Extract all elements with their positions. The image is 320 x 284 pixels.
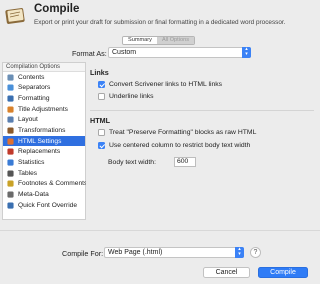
dialog-header: Compile Export or print your draft for s… [0,0,320,33]
mode-tabs: Summary All Options [122,36,195,45]
html-settings-icon [7,138,14,145]
underline-links-label: Underline links [109,93,154,100]
sidebar-header: Compilation Options [3,63,85,72]
layout-icon [7,116,14,123]
quick-font-icon [7,201,14,209]
compile-for-select[interactable]: Web Page (.html) ▴ ▾ [104,246,244,258]
dialog-title: Compile [34,3,80,15]
sidebar-item-label: Contents [18,73,45,81]
sidebar-item-label: Separators [18,84,51,92]
footer-divider [0,230,320,231]
help-button[interactable]: ? [250,247,261,258]
sidebar-item-transformations[interactable]: Transformations [3,125,85,136]
sidebar-item-layout[interactable]: Layout [3,115,85,126]
scrivener-app-icon [5,8,25,24]
sidebar-item-meta-data[interactable]: Meta-Data [3,189,85,200]
chevron-updown-icon: ▴ ▾ [235,246,244,258]
body-width-input[interactable]: 600 [174,157,196,167]
html-section-title: HTML [90,116,110,125]
convert-links-label: Convert Scrivener links to HTML links [109,81,223,88]
links-section-title: Links [90,68,109,77]
compile-button[interactable]: Compile [258,267,308,278]
sidebar-item-replacements[interactable]: Replacements [3,146,85,157]
sidebar-item-formatting[interactable]: Formatting [3,93,85,104]
sidebar-list: Contents Separators Formatting Title Adjust… [3,72,88,211]
sidebar-item-statistics[interactable]: Statistics [3,157,85,168]
cancel-button[interactable]: Cancel [203,267,250,278]
underline-links-checkbox[interactable] [98,93,105,100]
sidebar-item-label: Layout [18,116,38,124]
tab-summary[interactable]: Summary [123,37,157,44]
separators-icon [7,84,14,92]
sidebar-item-label: Title Adjustments [18,105,68,113]
sidebar-item-label: Quick Font Override [18,201,77,209]
sidebar-item-separators[interactable]: Separators [3,83,85,94]
format-as-value: Custom [112,49,137,56]
title-adjustments-icon [7,106,14,113]
format-as-label: Format As: [72,49,107,58]
raw-html-label: Treat "Preserve Formatting" blocks as ra… [109,129,257,136]
sidebar-item-quick-font[interactable]: Quick Font Override [3,200,85,211]
body-width-label: Body text width: [108,159,156,166]
raw-html-option[interactable]: Treat "Preserve Formatting" blocks as ra… [98,129,256,136]
replacements-icon [7,148,14,155]
options-panel: Links Convert Scrivener links to HTML li… [86,62,318,220]
sidebar-item-label: Statistics [18,158,45,166]
centered-column-label: Use centered column to restrict body tex… [109,142,251,149]
footnotes-icon [7,180,14,187]
compile-for-value: Web Page (.html) [108,249,163,256]
formatting-icon [7,95,14,102]
sidebar-item-label: Formatting [18,95,50,103]
meta-data-icon [7,191,14,198]
convert-links-checkbox[interactable] [98,81,105,88]
sidebar-item-label: Meta-Data [18,190,49,198]
sidebar-item-footnotes[interactable]: Footnotes & Comments [3,178,88,189]
sidebar-item-html-settings[interactable]: HTML Settings [3,135,85,147]
convert-links-option[interactable]: Convert Scrivener links to HTML links [98,81,222,88]
sidebar-item-label: HTML Settings [18,137,62,145]
section-divider [90,110,314,111]
tab-all-options[interactable]: All Options [156,37,194,44]
dialog-subtitle: Export or print your draft for submissio… [34,19,286,26]
centered-column-option[interactable]: Use centered column to restrict body tex… [98,142,250,149]
compilation-options-sidebar: Compilation Options Contents Separators Fo… [2,62,88,220]
tables-icon [7,170,14,177]
transformations-icon [7,127,14,134]
underline-links-option[interactable]: Underline links [98,93,154,100]
sidebar-item-label: Transformations [18,127,66,135]
sidebar-item-tables[interactable]: Tables [3,168,85,179]
chevron-updown-icon: ▴ ▾ [242,46,251,58]
sidebar-item-label: Tables [18,169,38,177]
contents-icon [7,74,14,81]
sidebar-item-contents[interactable]: Contents [3,72,85,83]
statistics-icon [7,159,14,166]
sidebar-item-label: Footnotes & Comments [18,180,88,188]
format-as-select[interactable]: Custom ▴ ▾ [108,46,251,58]
sidebar-item-label: Replacements [18,148,61,156]
raw-html-checkbox[interactable] [98,129,105,136]
centered-column-checkbox[interactable] [98,142,105,149]
sidebar-item-title-adjustments[interactable]: Title Adjustments [3,104,85,115]
compile-for-label: Compile For: [62,249,104,258]
